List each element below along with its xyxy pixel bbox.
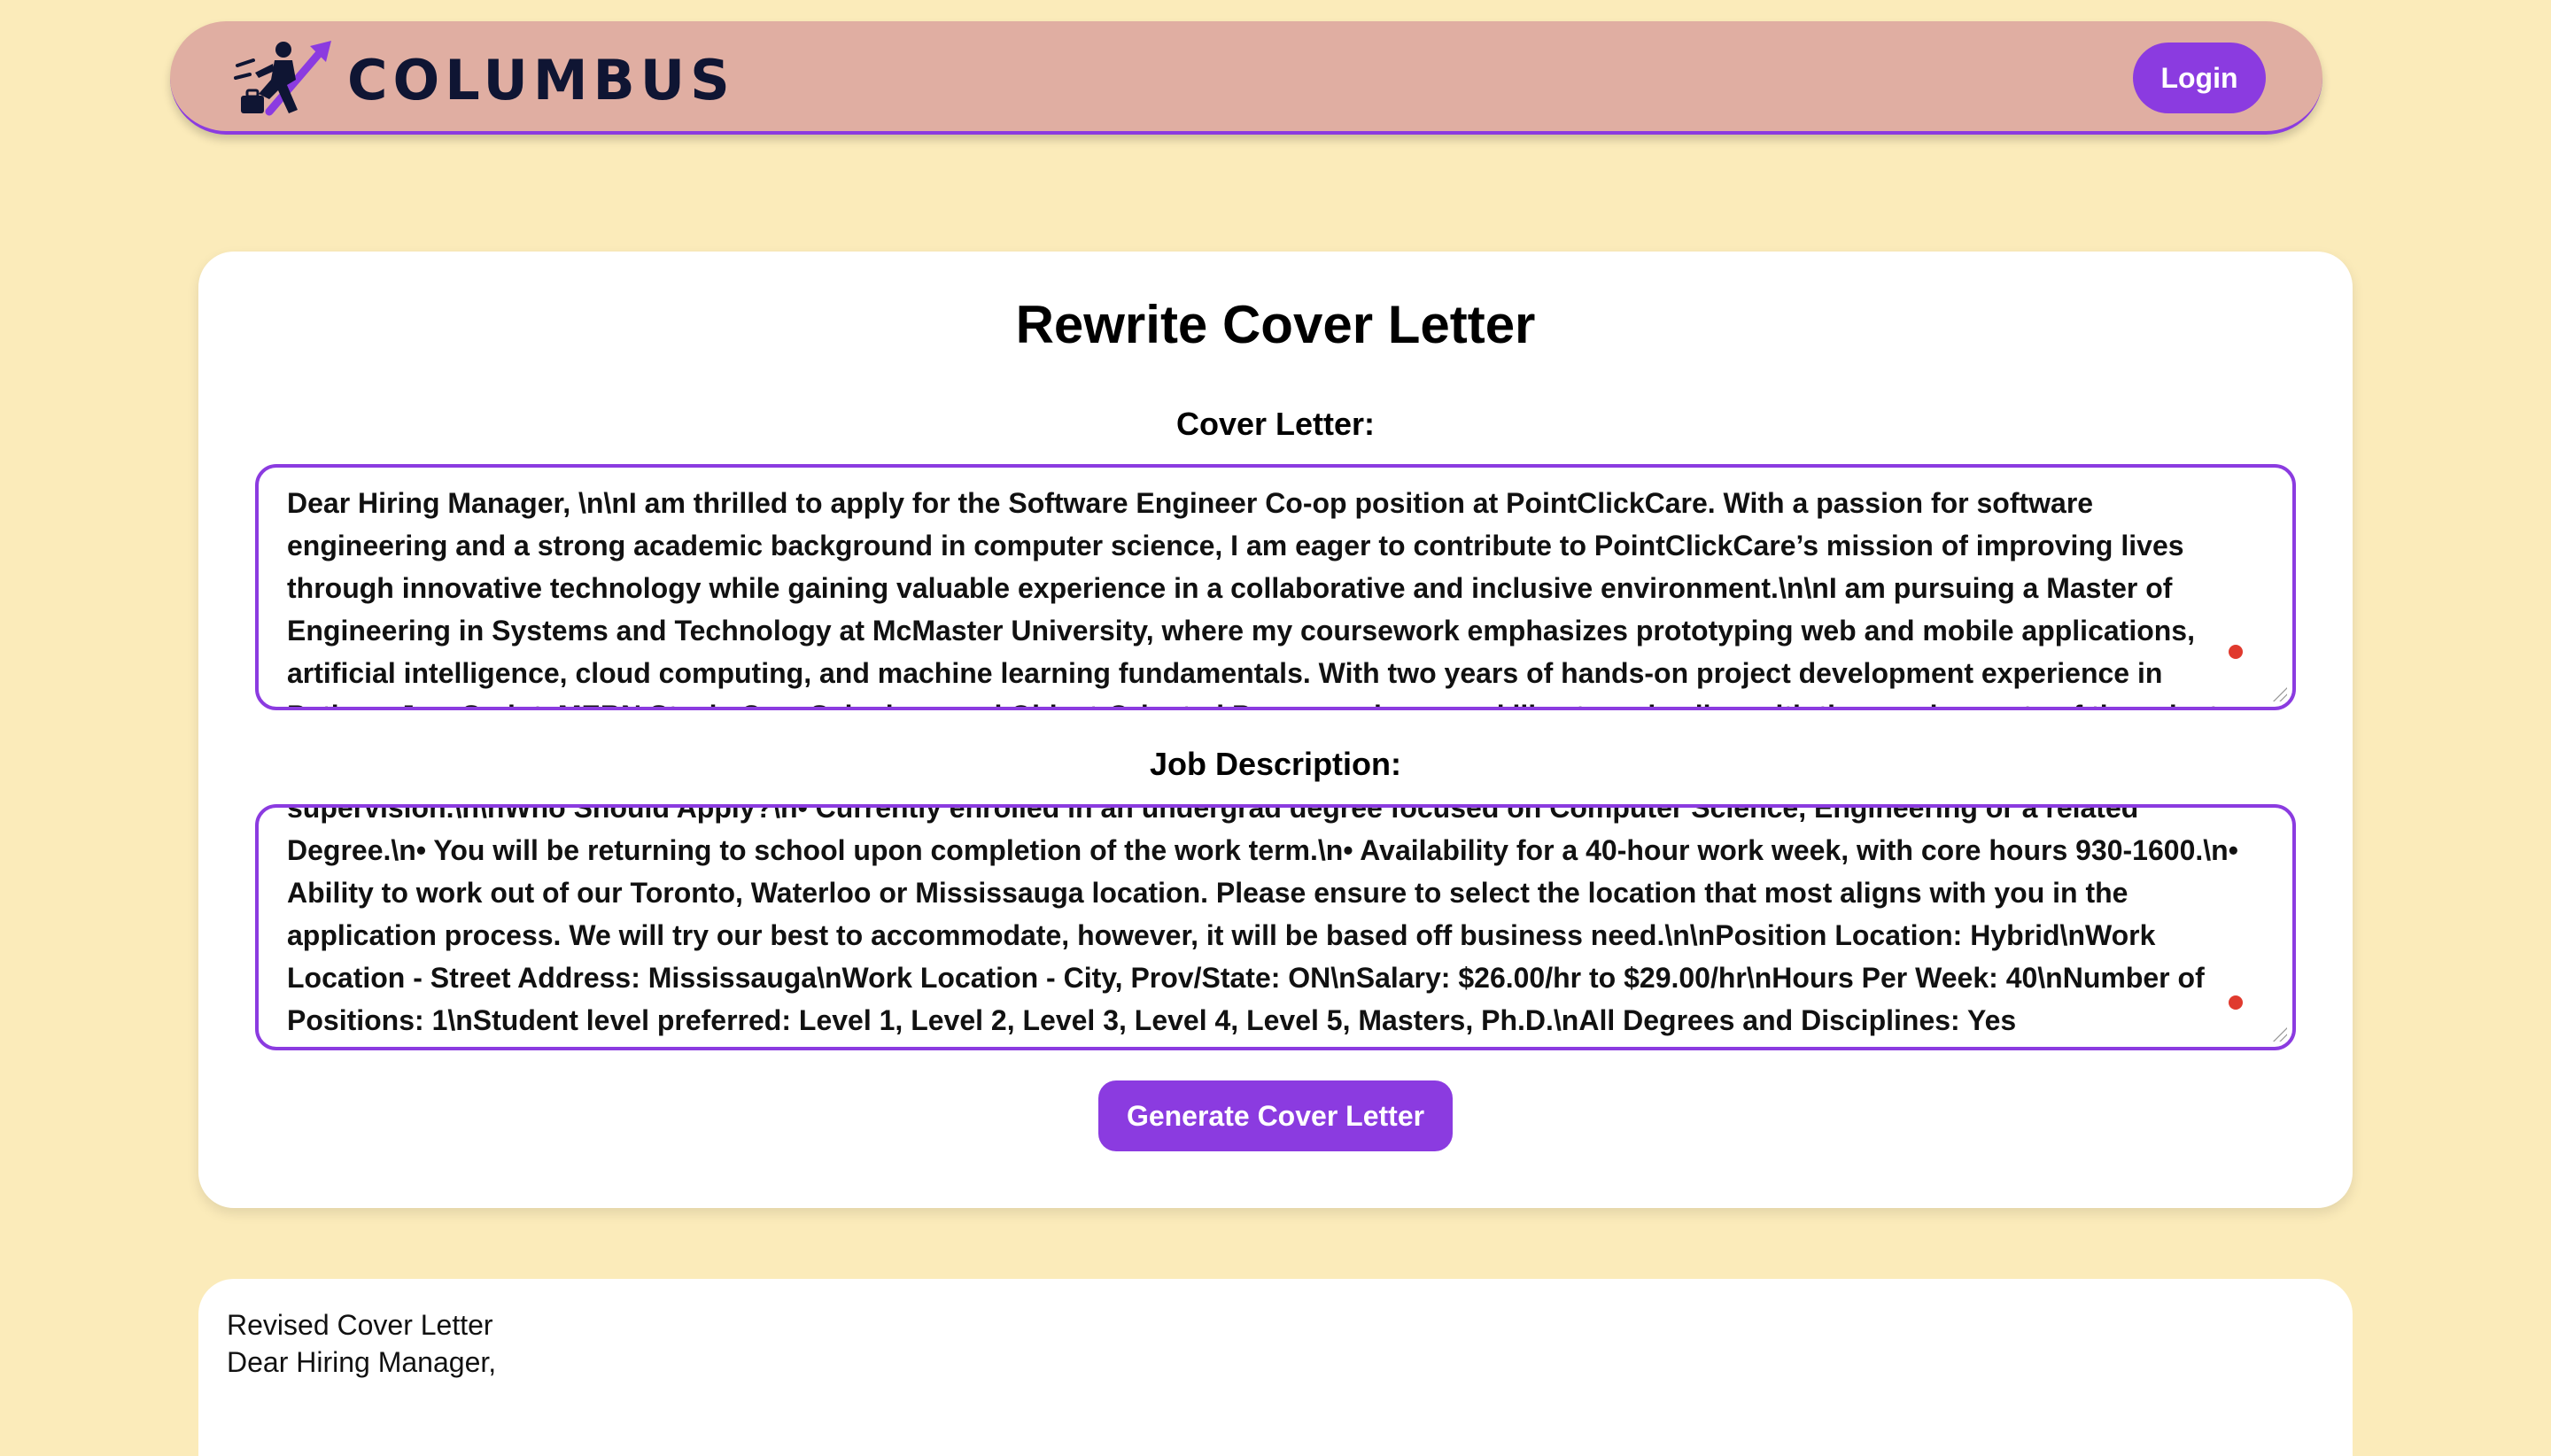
navbar: COLUMBUS Login bbox=[170, 21, 2322, 135]
cover-letter-textarea[interactable]: Dear Hiring Manager, \n\nI am thrilled t… bbox=[255, 464, 2296, 710]
login-button[interactable]: Login bbox=[2133, 43, 2266, 113]
revised-cover-letter-panel: Revised Cover Letter Dear Hiring Manager… bbox=[198, 1279, 2353, 1456]
job-description-label: Job Description: bbox=[1149, 746, 1402, 782]
logo[interactable]: COLUMBUS bbox=[234, 34, 735, 127]
job-description-text: supervision.\n\nWho Should Apply?\n• Cur… bbox=[287, 804, 2238, 1036]
revised-heading: Revised Cover Letter bbox=[227, 1309, 493, 1341]
rocket-runner-logo-icon bbox=[234, 34, 340, 127]
brand-name: COLUMBUS bbox=[347, 48, 735, 112]
resize-handle-icon[interactable] bbox=[2271, 685, 2287, 701]
grammar-indicator-icon[interactable] bbox=[2229, 995, 2243, 1010]
job-description-textarea[interactable]: supervision.\n\nWho Should Apply?\n• Cur… bbox=[255, 804, 2296, 1050]
cover-letter-text: Dear Hiring Manager, \n\nI am thrilled t… bbox=[287, 487, 2218, 707]
cover-letter-label: Cover Letter: bbox=[1175, 406, 1376, 442]
resize-handle-icon[interactable] bbox=[2271, 1026, 2287, 1042]
rewrite-card: Rewrite Cover Letter Cover Letter: Dear … bbox=[198, 252, 2353, 1208]
generate-cover-letter-button[interactable]: Generate Cover Letter bbox=[1098, 1080, 1453, 1151]
grammar-indicator-icon[interactable] bbox=[2229, 645, 2243, 659]
page-title: Rewrite Cover Letter bbox=[1015, 295, 1536, 354]
revised-first-line: Dear Hiring Manager, bbox=[227, 1346, 497, 1378]
